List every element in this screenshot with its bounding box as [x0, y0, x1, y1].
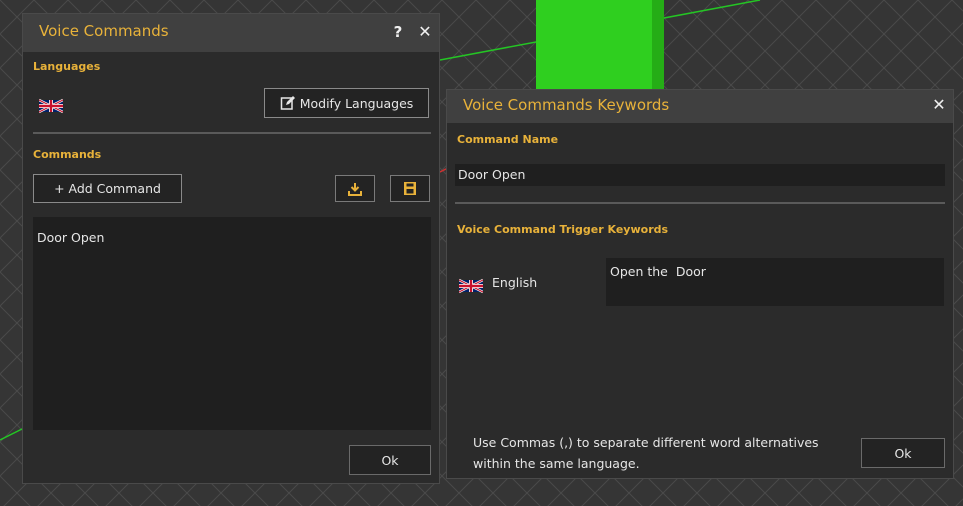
ok-button[interactable]: Ok — [861, 438, 945, 468]
command-name-field[interactable]: Door Open — [455, 164, 945, 186]
save-icon — [404, 182, 416, 195]
language-name: English — [492, 275, 538, 290]
command-name-divider — [455, 202, 945, 204]
modify-languages-button[interactable]: Modify Languages — [264, 88, 429, 118]
keywords-input[interactable]: Open the Door — [606, 258, 944, 306]
modify-languages-label: Modify Languages — [299, 95, 414, 111]
panel-titlebar: Voice Commands ? ✕ — [23, 14, 439, 52]
command-name-label: Command Name — [457, 133, 559, 146]
commands-list: Door Open — [33, 217, 431, 430]
uk-flag-icon — [459, 275, 483, 294]
command-name-value: Door Open — [458, 167, 526, 182]
save-button[interactable] — [390, 175, 430, 202]
panel-title: Voice Commands — [39, 22, 169, 40]
edit-icon — [280, 96, 295, 110]
voice-commands-panel: Voice Commands ? ✕ Languages Modify Lang… — [22, 13, 440, 484]
commands-label: Commands — [33, 148, 102, 161]
keywords-panel-title: Voice Commands Keywords — [463, 96, 670, 114]
uk-flag-icon — [39, 95, 63, 114]
download-button[interactable] — [335, 175, 375, 202]
voice-commands-keywords-panel: Voice Commands Keywords ✕ Command Name D… — [446, 89, 954, 479]
command-list-item[interactable]: Door Open — [37, 230, 104, 245]
hint-text-line-1: Use Commas (,) to separate different wor… — [473, 435, 819, 450]
languages-divider — [33, 132, 431, 134]
keywords-value: Open the Door — [610, 264, 706, 279]
add-command-button[interactable]: + Add Command — [33, 174, 182, 203]
add-command-label: + Add Command — [54, 181, 161, 196]
green-cube-object[interactable] — [536, 0, 664, 92]
close-icon[interactable]: ✕ — [930, 95, 948, 114]
help-icon[interactable]: ? — [389, 23, 407, 41]
hint-text-line-2: within the same language. — [473, 456, 640, 471]
languages-label: Languages — [33, 60, 101, 73]
keywords-panel-titlebar: Voice Commands Keywords ✕ — [447, 90, 953, 123]
download-icon — [348, 182, 362, 196]
trigger-keywords-label: Voice Command Trigger Keywords — [457, 223, 669, 236]
ok-label: Ok — [894, 445, 912, 461]
ok-label: Ok — [381, 452, 399, 468]
ok-button[interactable]: Ok — [349, 445, 431, 475]
close-icon[interactable]: ✕ — [416, 22, 434, 41]
